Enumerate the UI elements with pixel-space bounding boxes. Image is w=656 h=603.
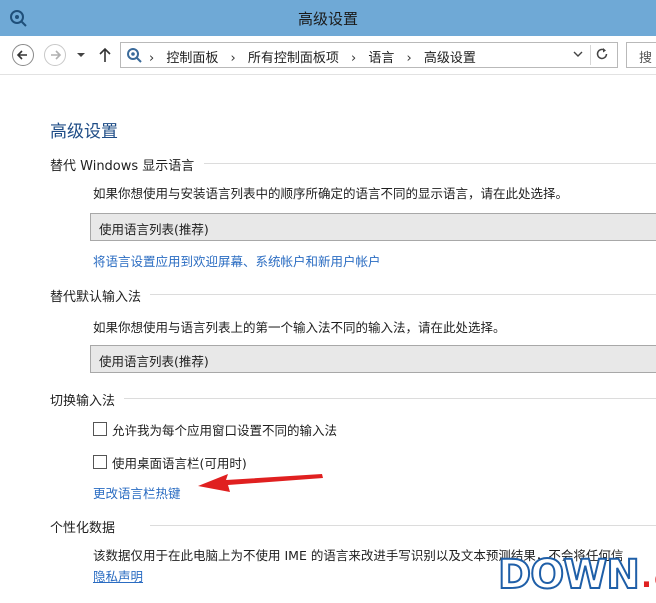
per-app-input-label[interactable]: 允许我为每个应用窗口设置不同的输入法 bbox=[112, 420, 337, 439]
arrow-right-icon bbox=[51, 50, 62, 60]
section-title-input-method: 替代默认输入法 bbox=[50, 290, 142, 305]
back-button[interactable] bbox=[12, 44, 34, 66]
recent-pages-dropdown-icon[interactable] bbox=[76, 51, 86, 59]
breadcrumb-item-language[interactable]: 语言 bbox=[368, 51, 394, 66]
display-language-select-value: 使用语言列表(推荐) bbox=[99, 222, 209, 237]
display-language-description: 如果你想使用与安装语言列表中的顺序所确定的语言不同的显示语言，请在此处选择。 bbox=[93, 186, 569, 201]
title-bar: 高级设置 bbox=[0, 0, 656, 36]
breadcrumb-separator: › bbox=[351, 51, 357, 66]
breadcrumb: › 控制面板 › 所有控制面板项 › 语言 › 高级设置 bbox=[149, 47, 476, 66]
display-language-select[interactable]: 使用语言列表(推荐) bbox=[90, 213, 656, 241]
breadcrumb-separator: › bbox=[406, 51, 412, 66]
navigation-bar: › 控制面板 › 所有控制面板项 › 语言 › 高级设置 搜 bbox=[0, 36, 656, 75]
up-arrow-icon[interactable] bbox=[98, 47, 112, 63]
down-cc-watermark-logo: DOWN.cc bbox=[496, 551, 656, 603]
forward-button[interactable] bbox=[44, 44, 66, 66]
refresh-icon[interactable] bbox=[595, 47, 609, 61]
section-title-switch-input: 切换输入法 bbox=[50, 394, 116, 409]
breadcrumb-separator: › bbox=[230, 51, 236, 66]
change-hotkeys-link[interactable]: 更改语言栏热键 bbox=[93, 483, 181, 502]
content-area: 高级设置 替代 Windows 显示语言 如果你想使用与安装语言列表中的顺序所确… bbox=[0, 75, 656, 603]
per-app-input-checkbox[interactable] bbox=[93, 422, 107, 436]
privacy-statement-link[interactable]: 隐私声明 bbox=[93, 566, 143, 585]
section-divider bbox=[150, 294, 656, 295]
address-dropdown-icon[interactable] bbox=[573, 50, 583, 58]
section-title-personalization: 个性化数据 bbox=[50, 521, 116, 536]
input-method-description: 如果你想使用与语言列表上的第一个输入法不同的输入法，请在此处选择。 bbox=[93, 320, 506, 335]
address-bar[interactable]: › 控制面板 › 所有控制面板项 › 语言 › 高级设置 bbox=[120, 42, 618, 68]
page-title: 高级设置 bbox=[50, 122, 118, 142]
red-arrow-annotation-icon bbox=[198, 474, 323, 492]
window-title: 高级设置 bbox=[297, 10, 358, 28]
apply-settings-link[interactable]: 将语言设置应用到欢迎屏幕、系统帐户和新用户帐户 bbox=[93, 251, 381, 270]
arrow-left-icon bbox=[16, 50, 27, 60]
section-divider bbox=[150, 525, 656, 526]
breadcrumb-item-advanced[interactable]: 高级设置 bbox=[424, 51, 476, 66]
section-divider bbox=[204, 163, 656, 164]
search-placeholder: 搜 bbox=[639, 51, 653, 66]
input-method-select[interactable]: 使用语言列表(推荐) bbox=[90, 345, 656, 373]
language-bar-checkbox[interactable] bbox=[93, 455, 107, 469]
section-divider bbox=[124, 398, 656, 399]
control-panel-icon bbox=[127, 48, 142, 63]
section-title-display-language: 替代 Windows 显示语言 bbox=[50, 159, 195, 174]
breadcrumb-item-all-items[interactable]: 所有控制面板项 bbox=[248, 51, 339, 66]
watermark-text: DOWN.cc bbox=[497, 551, 656, 599]
search-input[interactable]: 搜 bbox=[626, 42, 656, 68]
address-divider bbox=[590, 45, 591, 65]
input-method-select-value: 使用语言列表(推荐) bbox=[99, 354, 209, 369]
breadcrumb-item-control-panel[interactable]: 控制面板 bbox=[166, 51, 218, 66]
breadcrumb-separator: › bbox=[149, 51, 155, 66]
